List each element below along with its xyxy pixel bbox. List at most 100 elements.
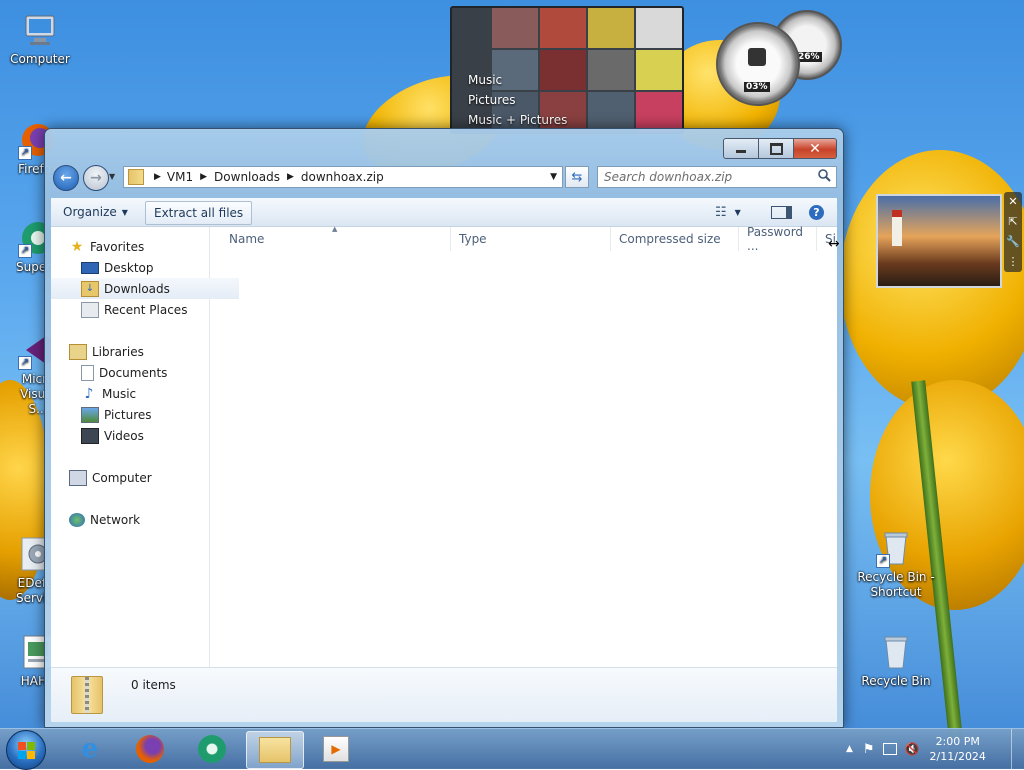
nav-label: Favorites — [90, 239, 145, 254]
back-button[interactable]: ← — [53, 165, 79, 191]
resize-cursor-icon: ↔ — [828, 236, 840, 252]
gauge-needle-icon — [748, 48, 766, 66]
gadget-item-music-pictures[interactable]: Music + Pictures — [468, 110, 567, 130]
column-label: Type — [459, 232, 487, 246]
nav-computer[interactable]: Computer — [51, 467, 227, 488]
recent-places-icon — [81, 301, 99, 318]
breadcrumb-file[interactable]: downhoax.zip — [301, 170, 384, 184]
libraries-icon — [69, 343, 87, 360]
help-button[interactable]: ? — [801, 201, 832, 223]
item-count: 0 items — [131, 678, 176, 692]
taskbar-explorer[interactable] — [246, 731, 304, 769]
firefox-icon — [136, 735, 164, 763]
pictures-icon — [81, 406, 99, 423]
system-tray: ▲ ⚑ 🔇 2:00 PM 2/11/2024 — [842, 729, 1024, 769]
gadget-menu: Music Pictures Music + Pictures — [468, 70, 567, 130]
desktop-icon-recycle-bin[interactable]: Recycle Bin — [856, 632, 936, 689]
search-input[interactable]: Search downhoax.zip — [598, 170, 818, 184]
windows-logo-icon — [17, 741, 35, 759]
address-bar[interactable]: ▶ VM1 ▶ Downloads ▶ downhoax.zip ▼ — [123, 166, 563, 188]
extract-label: Extract all files — [154, 206, 244, 220]
nav-label: Pictures — [104, 407, 152, 422]
computer-icon — [20, 10, 60, 50]
close-icon: ✕ — [809, 140, 821, 157]
media-player-icon: ▶ — [323, 736, 349, 762]
shortcut-arrow-icon: ↗ — [876, 554, 890, 568]
preview-pane-button[interactable] — [763, 201, 800, 223]
nav-label: Downloads — [104, 281, 170, 296]
minimize-button[interactable] — [723, 138, 759, 159]
computer-icon — [69, 469, 87, 486]
column-label: Name — [229, 232, 265, 246]
lighthouse-image — [892, 210, 902, 246]
content-area: ★ Favorites Desktop ↓ Downloads Recent P… — [51, 225, 837, 667]
cpu-meter-gadget[interactable]: 26% 03% — [716, 8, 842, 106]
folder-icon — [259, 737, 291, 763]
breadcrumb-downloads[interactable]: Downloads — [214, 170, 280, 184]
back-arrow-icon: ← — [60, 170, 72, 186]
maximize-button[interactable] — [759, 138, 794, 159]
search-icon — [818, 169, 831, 185]
nav-favorites[interactable]: ★ Favorites — [51, 236, 227, 257]
gadget-item-pictures[interactable]: Pictures — [468, 90, 567, 110]
show-hidden-icons-icon[interactable]: ▲ — [846, 744, 853, 754]
extract-all-button[interactable]: Extract all files — [145, 201, 253, 225]
slideshow-gadget[interactable] — [876, 194, 1002, 288]
close-button[interactable]: ✕ — [794, 138, 837, 159]
refresh-icon: ⇆ — [571, 169, 583, 185]
search-box[interactable]: Search downhoax.zip — [597, 166, 837, 188]
music-note-icon: ♪ — [84, 385, 94, 402]
column-label: Compressed size — [619, 232, 721, 246]
start-button[interactable] — [6, 730, 46, 770]
action-center-flag-icon[interactable]: ⚑ — [863, 742, 875, 757]
clock[interactable]: 2:00 PM 2/11/2024 — [930, 734, 986, 764]
options-wrench-icon[interactable]: 🔧 — [1004, 232, 1022, 252]
column-compressed-size[interactable]: Compressed size — [611, 227, 739, 251]
close-icon[interactable]: ✕ — [1004, 192, 1022, 212]
forward-button[interactable]: → — [83, 165, 109, 191]
volume-muted-icon[interactable]: 🔇 — [905, 742, 920, 756]
taskbar-browser[interactable] — [184, 731, 240, 767]
show-desktop-button[interactable] — [1011, 729, 1024, 769]
column-headers: ▲ Name Type Compressed size Password ...… — [210, 225, 837, 253]
gadget-item-music[interactable]: Music — [468, 70, 567, 90]
breadcrumb-vm1[interactable]: VM1 — [167, 170, 193, 184]
desktop-icon-computer[interactable]: Computer — [0, 10, 80, 67]
gadget-controls: ✕ ⇱ 🔧 ⋮ — [1004, 192, 1022, 272]
address-dropdown-icon[interactable]: ▼ — [550, 172, 557, 182]
chevron-down-icon: ▼ — [121, 207, 128, 217]
file-list[interactable] — [210, 251, 837, 667]
column-name[interactable]: Name — [210, 227, 451, 251]
larger-size-icon[interactable]: ⇱ — [1004, 212, 1022, 232]
nav-label: Desktop — [104, 260, 154, 275]
taskbar-firefox[interactable] — [122, 731, 178, 767]
maximize-icon — [769, 142, 783, 155]
preview-pane-icon — [771, 205, 792, 219]
network-icon[interactable] — [882, 743, 897, 755]
explorer-window: ✕ ← → ▼ ▶ VM1 ▶ Downloads ▶ downhoax.zip… — [44, 128, 844, 728]
taskbar: e ▶ ▲ ⚑ 🔇 2:00 PM 2/11/2024 — [0, 728, 1024, 770]
nav-network[interactable]: Network — [51, 509, 227, 530]
nav-label: Libraries — [92, 344, 144, 359]
drag-handle-icon[interactable]: ⋮ — [1004, 252, 1022, 272]
forward-arrow-icon: → — [90, 170, 102, 186]
column-password[interactable]: Password ... — [739, 225, 817, 253]
breadcrumb-separator-icon[interactable]: ▶ — [200, 172, 207, 182]
desktop-icon-label: Recycle Bin - Shortcut — [857, 570, 935, 599]
caption-buttons: ✕ — [723, 138, 837, 159]
refresh-button[interactable]: ⇆ — [565, 166, 589, 188]
view-details-icon: ☷ — [715, 204, 727, 220]
taskbar-internet-explorer[interactable]: e — [62, 731, 118, 767]
media-center-gadget[interactable]: Music Pictures Music + Pictures — [450, 6, 684, 134]
nav-libraries[interactable]: Libraries — [51, 341, 227, 362]
documents-icon — [81, 364, 94, 381]
recent-pages-dropdown-icon[interactable]: ▼ — [109, 172, 115, 181]
organize-button[interactable]: Organize ▼ — [55, 201, 136, 223]
column-type[interactable]: Type — [451, 227, 611, 251]
breadcrumb-separator-icon[interactable]: ▶ — [154, 172, 161, 182]
nav-label: Videos — [104, 428, 144, 443]
desktop-icon-recycle-bin-shortcut[interactable]: ↗ Recycle Bin - Shortcut — [856, 528, 936, 600]
breadcrumb-separator-icon[interactable]: ▶ — [287, 172, 294, 182]
taskbar-media-player[interactable]: ▶ — [308, 731, 364, 767]
change-view-button[interactable]: ☷ ▼ — [707, 201, 749, 223]
